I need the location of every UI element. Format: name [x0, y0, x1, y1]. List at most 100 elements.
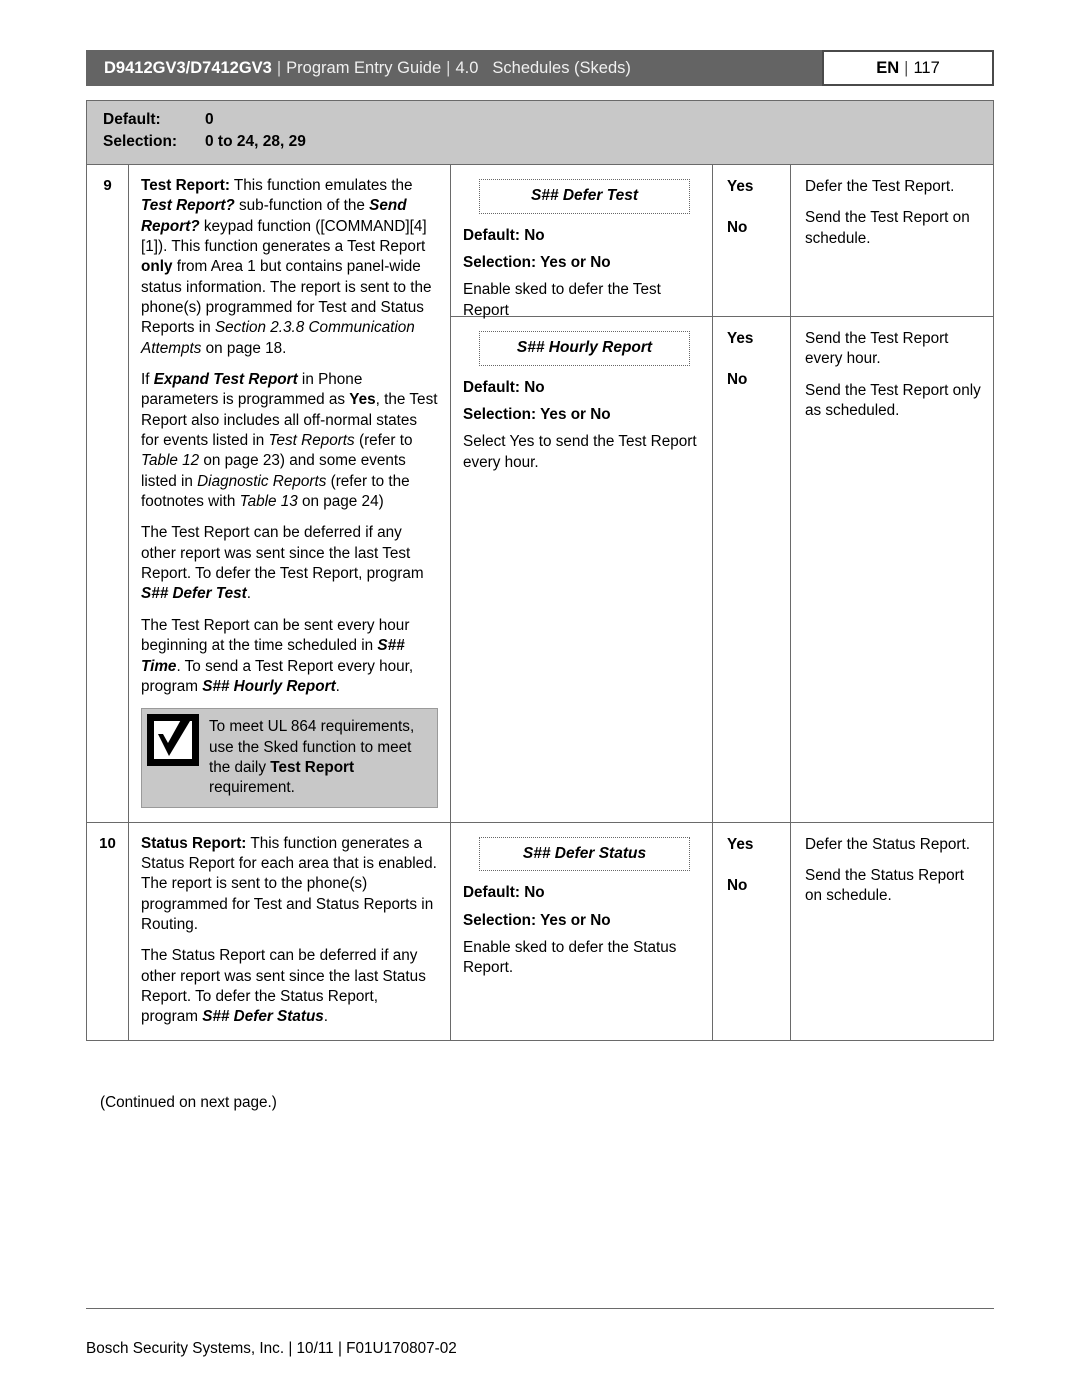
desc-text: . [323, 1008, 329, 1026]
header-language: EN [876, 58, 900, 77]
parameter-cell: S## Defer Test Default: No Selection: Ye… [451, 165, 712, 319]
choice-action: Send the Test Report only as scheduled. [805, 381, 981, 419]
parameter-selection: Selection: Yes or No [463, 405, 611, 423]
selection-line: Selection: 0 to 24, 28, 29 [103, 131, 993, 153]
choice-value: Yes [727, 329, 754, 347]
choice-actions-cell: Defer the Status Report. Send the Status… [791, 823, 993, 1029]
default-value: 0 [205, 111, 214, 128]
parameter-selection: Selection: Yes or No [463, 253, 611, 271]
choice-value: Yes [727, 177, 754, 195]
desc-emph: S## Hourly Report [202, 677, 336, 695]
parameter-note: Select Yes to send the Test Report every… [463, 433, 697, 471]
default-line: Default: 0 [103, 109, 993, 131]
parameter-default: Default: No [463, 226, 545, 244]
row-choice-values: Yes No [713, 822, 791, 1040]
continued-note: (Continued on next page.) [100, 1094, 277, 1111]
ul-note-text: To meet UL 864 requirements, use the Ske… [209, 709, 437, 806]
choice-actions-cell: Defer the Test Report. Send the Test Rep… [791, 165, 993, 317]
row-number: 9 [87, 164, 129, 822]
parameter-note: Enable sked to defer the Test Report [463, 281, 661, 319]
parameter-cell: S## Hourly Report Default: No Selection:… [451, 317, 712, 483]
footer-text: Bosch Security Systems, Inc. | 10/11 | F… [86, 1340, 457, 1357]
desc-term: Test Report: [141, 176, 230, 194]
row-description: Test Report: This function emulates the … [129, 164, 451, 822]
parameter-default: Default: No [463, 884, 545, 902]
description-paragraph: Status Report: This function generates a… [141, 834, 438, 936]
desc-emph: only [141, 258, 173, 276]
row-parameters: S## Defer Test Default: No Selection: Ye… [451, 164, 713, 822]
choice-value: No [727, 876, 748, 894]
desc-term: Status Report: [141, 834, 247, 852]
choice-values-cell: Yes No [713, 165, 790, 317]
choice-value: No [727, 371, 748, 389]
header-section: Schedules (Skeds) [492, 58, 631, 77]
parameter-table: Default: 0 Selection: 0 to 24, 28, 29 9 … [86, 100, 994, 1041]
description-paragraph: The Test Report can be sent every hour b… [141, 616, 438, 697]
desc-text: on page 18. [201, 339, 287, 357]
parameter-name-box: S## Defer Test [479, 178, 690, 214]
choice-action: Send the Status Report on schedule. [805, 866, 965, 905]
header-version: 4.0 [455, 58, 479, 77]
checkmark-box-icon [147, 714, 199, 767]
choice-value: No [727, 219, 748, 237]
row-choice-actions: Defer the Test Report. Send the Test Rep… [791, 165, 993, 822]
selection-value: 0 to 24, 28, 29 [205, 133, 306, 151]
description-paragraph: The Test Report can be deferred if any o… [141, 523, 438, 604]
desc-text: (refer to [354, 432, 413, 450]
desc-text: If [141, 371, 154, 389]
row-choice-values: Yes No Yes No [713, 164, 791, 822]
parameter-cell: S## Defer Status Default: No Selection: … [451, 823, 712, 1029]
choice-action: Defer the Status Report. [805, 835, 970, 853]
row-parameters: S## Defer Status Default: No Selection: … [451, 822, 713, 1040]
description-paragraph: The Status Report can be deferred if any… [141, 946, 438, 1027]
parameter-note: Enable sked to defer the Status Report. [463, 938, 677, 977]
header-title-bar: D9412GV3/D7412GV3 | Program Entry Guide … [86, 50, 822, 86]
parameter-name-box: S## Defer Status [479, 836, 690, 872]
description-paragraph: If Expand Test Report in Phone parameter… [141, 370, 438, 512]
document-page: D9412GV3/D7412GV3 | Program Entry Guide … [0, 0, 1080, 1397]
choice-actions-cell: Send the Test Report every hour. Send th… [791, 317, 993, 483]
desc-ref: Diagnostic Reports [197, 472, 327, 490]
desc-ref: Table 13 [239, 493, 298, 511]
desc-emph: Yes [349, 391, 376, 409]
desc-text: This function emulates the [229, 176, 413, 194]
desc-text: The Test Report can be sent every hour b… [141, 616, 410, 655]
header-separator-1: | [276, 58, 282, 77]
defaults-band: Default: 0 Selection: 0 to 24, 28, 29 [87, 101, 993, 165]
selection-label: Selection: [103, 133, 178, 151]
ul-requirement-note: To meet UL 864 requirements, use the Ske… [141, 708, 438, 808]
header-separator-3: | [904, 58, 909, 77]
page-header: D9412GV3/D7412GV3 | Program Entry Guide … [86, 50, 994, 86]
parameter-default: Default: No [463, 378, 545, 396]
table-row: 10 Status Report: This function generate… [87, 822, 993, 1040]
row-number: 10 [87, 822, 129, 1040]
choice-value: Yes [727, 835, 754, 853]
desc-ref: Test Reports [268, 432, 355, 450]
row-description: Status Report: This function generates a… [129, 822, 451, 1040]
page-number: 117 [913, 58, 940, 77]
header-model: D9412GV3/D7412GV3 [104, 58, 272, 77]
header-separator-2: | [446, 58, 451, 77]
desc-ref: Table 12 [141, 452, 200, 470]
parameter-selection: Selection: Yes or No [463, 911, 611, 929]
desc-emph: S## Defer Test [141, 585, 247, 603]
footer-divider [86, 1308, 994, 1309]
description-paragraph: Test Report: This function emulates the … [141, 176, 438, 359]
table-row: 9 Test Report: This function emulates th… [87, 164, 993, 823]
desc-emph: S## Defer Status [202, 1008, 324, 1026]
choice-values-cell: Yes No [713, 823, 790, 1029]
desc-emph: Expand Test Report [153, 371, 298, 389]
default-label: Default: [103, 111, 161, 128]
row-choice-actions: Defer the Status Report. Send the Status… [791, 823, 993, 1040]
parameter-name-box: S## Hourly Report [479, 330, 690, 366]
choice-values-cell: Yes No [713, 317, 790, 483]
choice-action: Send the Test Report every hour. [805, 329, 949, 368]
desc-text: The Test Report can be deferred if any o… [141, 524, 424, 583]
header-guide: Program Entry Guide [286, 58, 442, 77]
header-page-badge: EN | 117 [822, 50, 994, 86]
desc-text: . [335, 677, 340, 695]
choice-action: Send the Test Report on schedule. [805, 209, 970, 247]
desc-text: sub-function of the [234, 197, 370, 215]
choice-action: Defer the Test Report. [805, 177, 955, 195]
desc-text: . [246, 585, 251, 603]
